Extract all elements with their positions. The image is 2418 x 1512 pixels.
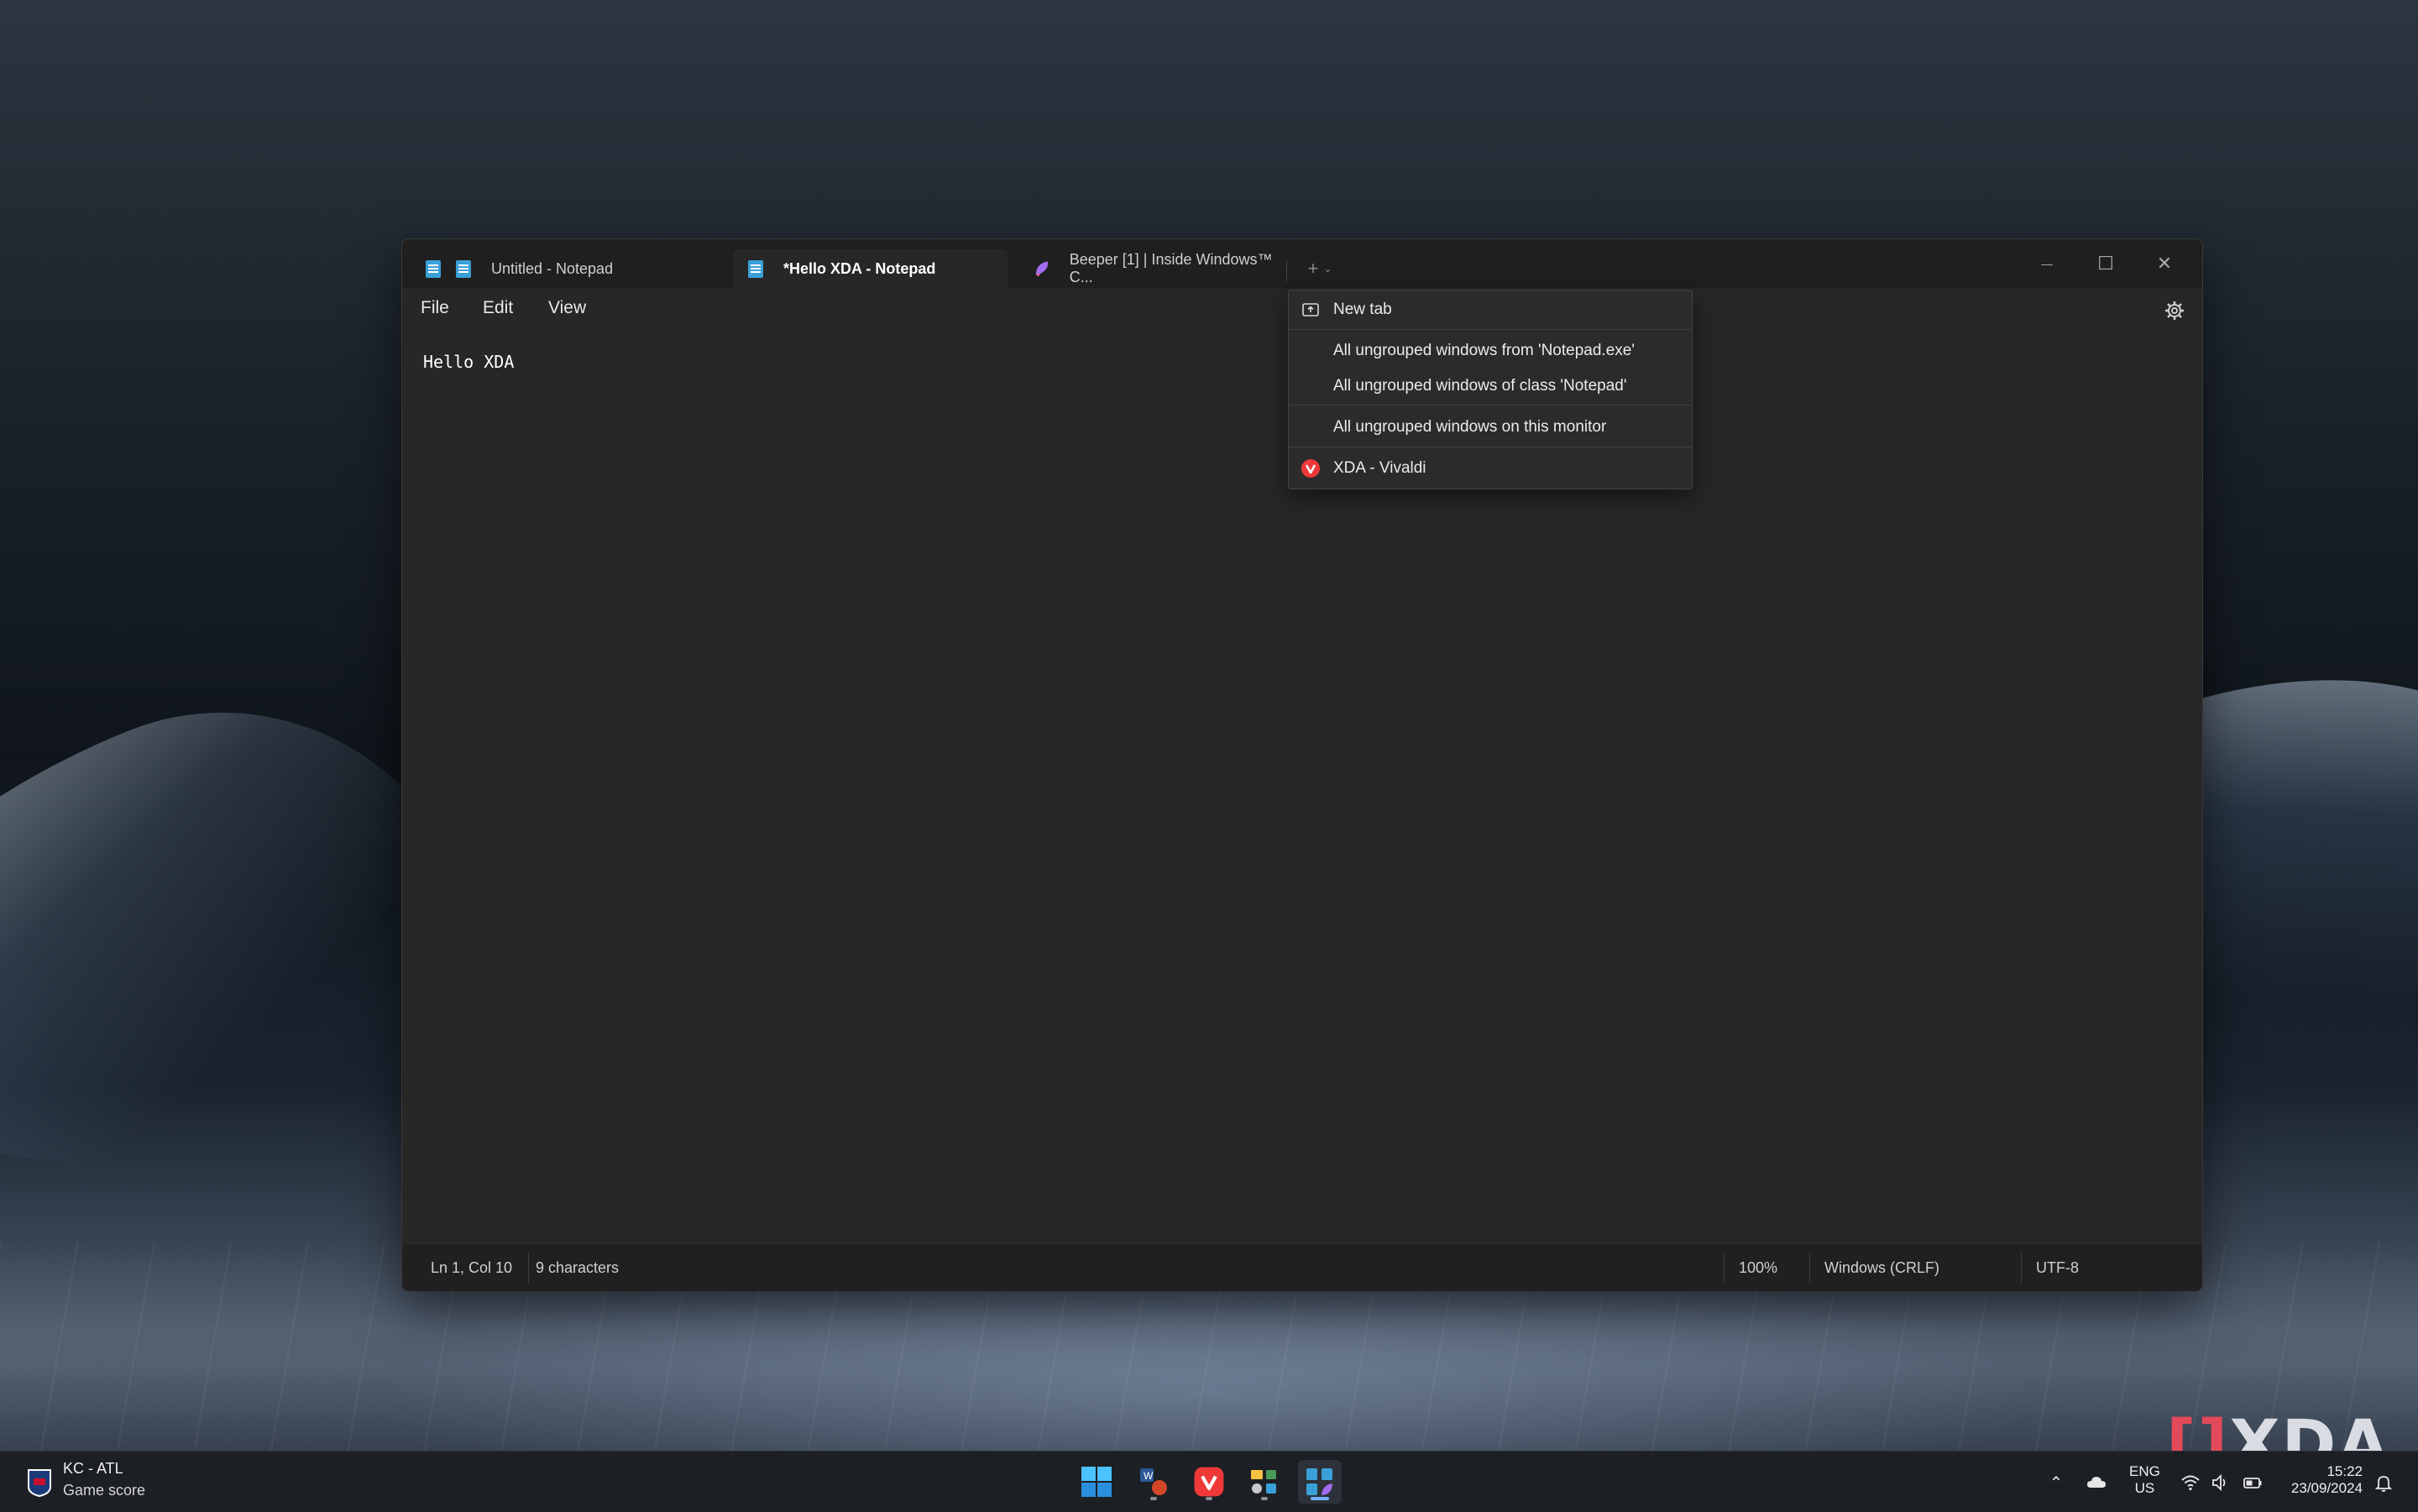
chevron-down-icon: ⌄ bbox=[1323, 263, 1332, 275]
clock[interactable]: 15:22 23/09/2024 bbox=[2282, 1463, 2363, 1497]
language-code: ENG bbox=[2129, 1463, 2160, 1479]
taskbar-app-explorer-group[interactable] bbox=[1243, 1460, 1286, 1504]
running-indicator bbox=[1150, 1497, 1157, 1500]
keyboard-layout: US bbox=[2134, 1480, 2155, 1496]
line-ending[interactable]: Windows (CRLF) bbox=[1824, 1259, 1939, 1277]
nfl-shield-icon bbox=[28, 1469, 51, 1497]
minimize-icon: — bbox=[2041, 257, 2053, 270]
tab-beeper[interactable]: Beeper [1] | Inside Windows™ C... bbox=[1020, 249, 1289, 288]
close-button[interactable]: ✕ bbox=[2135, 244, 2194, 283]
status-divider bbox=[1809, 1253, 1810, 1283]
menu-view[interactable]: View bbox=[548, 298, 586, 318]
menu-item-label: New tab bbox=[1333, 301, 1392, 318]
windows-logo-icon bbox=[1081, 1467, 1112, 1497]
maximize-button[interactable]: ☐ bbox=[2076, 244, 2135, 283]
running-indicator bbox=[1206, 1497, 1212, 1500]
encoding[interactable]: UTF-8 bbox=[2036, 1259, 2079, 1277]
tab-divider bbox=[1286, 261, 1287, 281]
taskbar-app-office-group[interactable]: W bbox=[1132, 1460, 1175, 1504]
status-bar: Ln 1, Col 10 9 characters 100% Windows (… bbox=[402, 1243, 2202, 1291]
word-powerpoint-icon: W bbox=[1140, 1468, 1167, 1495]
tab-label: Beeper [1] | Inside Windows™ C... bbox=[1069, 251, 1273, 285]
tab-label: Untitled - Notepad bbox=[491, 259, 614, 277]
new-tab-dropdown-menu: New tab All ungrouped windows from 'Note… bbox=[1288, 290, 1693, 489]
status-divider bbox=[2021, 1253, 2022, 1283]
menu-separator bbox=[1289, 329, 1692, 330]
menu-item-ungrouped-from-exe[interactable]: All ungrouped windows from 'Notepad.exe' bbox=[1289, 332, 1692, 369]
vivaldi-icon bbox=[1194, 1467, 1224, 1497]
notepad-icon bbox=[456, 260, 471, 278]
language-indicator[interactable]: ENG US bbox=[2129, 1463, 2160, 1497]
vivaldi-icon bbox=[1301, 459, 1320, 478]
title-bar[interactable]: Untitled - Notepad *Hello XDA - Notepad … bbox=[402, 239, 2202, 288]
new-tab-icon bbox=[1302, 303, 1319, 317]
running-indicator bbox=[1261, 1497, 1268, 1500]
tab-untitled-notepad[interactable]: Untitled - Notepad bbox=[441, 249, 714, 288]
menu-item-ungrouped-of-class[interactable]: All ungrouped windows of class 'Notepad' bbox=[1289, 367, 1692, 404]
onedrive-cloud-icon[interactable] bbox=[2086, 1472, 2107, 1494]
start-button[interactable] bbox=[1075, 1460, 1118, 1504]
cursor-position: Ln 1, Col 10 bbox=[431, 1259, 513, 1276]
menu-item-label: All ungrouped windows on this monitor bbox=[1333, 418, 1607, 436]
menu-item-label: XDA - Vivaldi bbox=[1333, 459, 1426, 477]
menu-edit[interactable]: Edit bbox=[483, 298, 513, 318]
widget-title: KC - ATL bbox=[63, 1460, 123, 1477]
gear-icon[interactable] bbox=[2164, 300, 2185, 322]
wifi-icon[interactable] bbox=[2180, 1472, 2201, 1494]
taskbar-app-vivaldi[interactable] bbox=[1187, 1460, 1231, 1504]
menu-item-ungrouped-on-monitor[interactable]: All ungrouped windows on this monitor bbox=[1289, 408, 1692, 445]
battery-icon[interactable] bbox=[2242, 1472, 2264, 1494]
close-icon: ✕ bbox=[2156, 253, 2173, 274]
minimize-button[interactable]: — bbox=[2018, 244, 2076, 283]
clock-date: 23/09/2024 bbox=[2290, 1480, 2363, 1496]
maximize-icon: ☐ bbox=[2097, 253, 2114, 274]
status-divider bbox=[1724, 1253, 1725, 1283]
beeper-icon bbox=[1035, 261, 1049, 277]
clock-time: 15:22 bbox=[2326, 1463, 2363, 1479]
menu-item-label: All ungrouped windows of class 'Notepad' bbox=[1333, 377, 1627, 395]
svg-text:W: W bbox=[1144, 1470, 1154, 1482]
new-tab-dropdown-button[interactable]: + ⌄ bbox=[1299, 258, 1341, 280]
notepad-group-icon bbox=[1306, 1468, 1332, 1495]
menu-item-xda-vivaldi[interactable]: XDA - Vivaldi bbox=[1289, 449, 1692, 486]
zoom-level[interactable]: 100% bbox=[1739, 1259, 1777, 1277]
menu-item-new-tab[interactable]: New tab bbox=[1289, 290, 1692, 327]
character-count: 9 characters bbox=[536, 1259, 620, 1276]
tab-label: *Hello XDA - Notepad bbox=[783, 259, 936, 277]
menu-file[interactable]: File bbox=[421, 298, 449, 318]
active-indicator bbox=[1311, 1497, 1329, 1500]
widget-subtitle: Game score bbox=[63, 1482, 146, 1499]
notepad-icon bbox=[748, 260, 763, 278]
notification-bell-icon[interactable] bbox=[2373, 1472, 2394, 1494]
status-divider bbox=[528, 1253, 529, 1283]
editor-content[interactable]: Hello XDA bbox=[423, 352, 514, 372]
plus-icon: + bbox=[1307, 258, 1319, 279]
menu-item-label: All ungrouped windows from 'Notepad.exe' bbox=[1333, 342, 1635, 359]
volume-icon[interactable] bbox=[2210, 1472, 2232, 1494]
file-explorer-group-icon bbox=[1251, 1470, 1276, 1494]
taskbar: KC - ATL Game score W ⌃ ENG US 15:22 23/… bbox=[0, 1451, 2418, 1512]
show-hidden-icons-chevron-up-icon[interactable]: ⌃ bbox=[2045, 1472, 2067, 1494]
taskbar-app-notepad-group[interactable] bbox=[1298, 1460, 1342, 1504]
tab-hello-xda-notepad[interactable]: *Hello XDA - Notepad bbox=[733, 249, 1008, 288]
